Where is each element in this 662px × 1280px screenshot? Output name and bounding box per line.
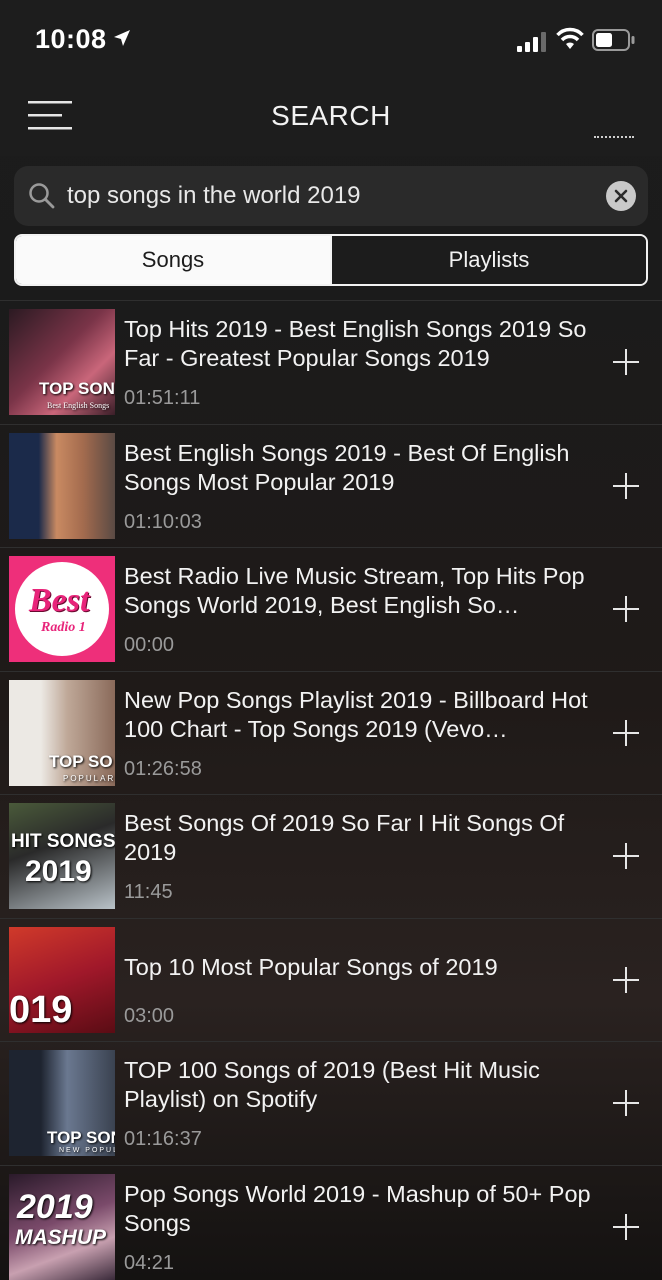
thumbnail-caption: Best [29,582,90,619]
thumbnail-caption: TOP SO [49,751,113,771]
song-title: Top Hits 2019 - Best English Songs 2019 … [124,316,587,371]
page-title: SEARCH [271,100,391,131]
tab-playlists[interactable]: Playlists [330,236,646,284]
add-icon[interactable] [612,966,640,994]
tab-songs[interactable]: Songs [16,236,330,284]
song-title: TOP 100 Songs of 2019 (Best Hit Music Pl… [124,1057,540,1112]
search-query-text[interactable]: top songs in the world 2019 [67,182,361,210]
thumbnail-subcaption: POPULAR [63,773,115,783]
search-screen: 10:08 SEARCH top songs in the world 2019… [0,0,662,1280]
song-title: Best Songs Of 2019 So Far I Hit Songs Of… [124,810,565,865]
add-icon[interactable] [612,842,640,870]
thumbnail-caption: 2019 [17,1187,93,1226]
song-title: Best Radio Live Music Stream, Top Hits P… [124,563,585,618]
thumbnail-image [9,432,115,539]
thumbnail-subcaption: NEW POPULAR [59,1147,115,1154]
song-title: New Pop Songs Playlist 2019 - Billboard … [124,686,588,742]
search-icon [29,183,55,209]
nav-bar: SEARCH [0,80,662,156]
thumbnail-image: Best Radio 1 [9,556,115,662]
add-icon[interactable] [612,595,640,623]
list-item[interactable]: Best Radio 1 Best Radio Live Music Stream,… [0,547,662,671]
thumbnail-subcaption: Radio 1 [41,620,86,635]
thumbnail-caption: TOP SON [47,1128,115,1147]
thumbnail-subcaption: 2019 [25,855,92,888]
list-item[interactable]: TOP SONNEW POPULARTOP 100 Songs of 2019 … [0,1041,662,1165]
results-list: TOP SON Best English Songs Top Hits 2019 -… [0,300,662,1280]
status-time: 10:08 [35,24,107,54]
list-item[interactable]: Best English Songs 2019 - Best Of Englis… [0,423,662,548]
add-icon[interactable] [612,1213,640,1241]
thumbnail-image: TOP SO POPULAR [9,679,115,786]
clear-search-icon[interactable] [606,181,636,211]
song-duration: 00:00 [124,634,175,656]
list-item[interactable]: TOP SON Best English Songs Top Hits 2019 -… [0,300,662,424]
song-duration: 03:00 [124,1004,175,1027]
song-duration: 04:21 [124,1251,175,1274]
segmented-control: Songs Playlists [14,234,648,286]
search-input[interactable]: top songs in the world 2019 [14,166,648,226]
thumbnail-image: 2019 MASHUP [9,1173,115,1280]
thumbnail-image: TOP SONNEW POPULAR [9,1050,115,1156]
thumbnail-caption: 019 [9,988,73,1031]
list-item[interactable]: HIT SONGS 2019 Best Songs Of 2019 So Far I… [0,794,662,918]
location-arrow-icon [114,30,130,46]
song-duration: 11:45 [124,881,173,903]
add-icon[interactable] [612,719,640,747]
song-duration: 01:16:37 [124,1128,202,1150]
add-icon[interactable] [612,1089,640,1117]
song-duration: 01:10:03 [124,510,202,533]
thumbnail-subcaption: MASHUP [15,1225,107,1249]
list-item[interactable]: TOP SO POPULAR New Pop Songs Playlist 2019… [0,670,662,795]
list-item[interactable]: 2019 MASHUP Pop Songs World 2019 - Mashup … [0,1164,662,1280]
more-dots-icon[interactable] [594,136,634,140]
thumbnail-caption: HIT SONGS [11,831,115,852]
song-title: Best English Songs 2019 - Best Of Englis… [124,439,570,495]
thumbnail-image: TOP SON Best English Songs [9,309,115,415]
song-title: Pop Songs World 2019 - Mashup of 50+ Pop… [124,1180,591,1236]
thumbnail-image: HIT SONGS 2019 [9,803,115,909]
song-duration: 01:26:58 [124,757,202,780]
thumbnail-caption: TOP SON [39,379,115,398]
thumbnail-subcaption: Best English Songs [47,401,110,410]
cellular-signal-icon [517,32,546,52]
add-icon[interactable] [612,348,640,376]
song-title: Top 10 Most Popular Songs of 2019 [124,953,498,980]
thumbnail-image: 019 [9,926,115,1033]
song-duration: 01:51:11 [124,387,201,409]
battery-icon [592,29,635,51]
add-icon[interactable] [612,472,640,500]
status-bar: 10:08 [0,0,662,80]
list-item[interactable]: 019 Top 10 Most Popular Songs of 2019 03:0… [0,917,662,1042]
wifi-icon [556,27,584,49]
